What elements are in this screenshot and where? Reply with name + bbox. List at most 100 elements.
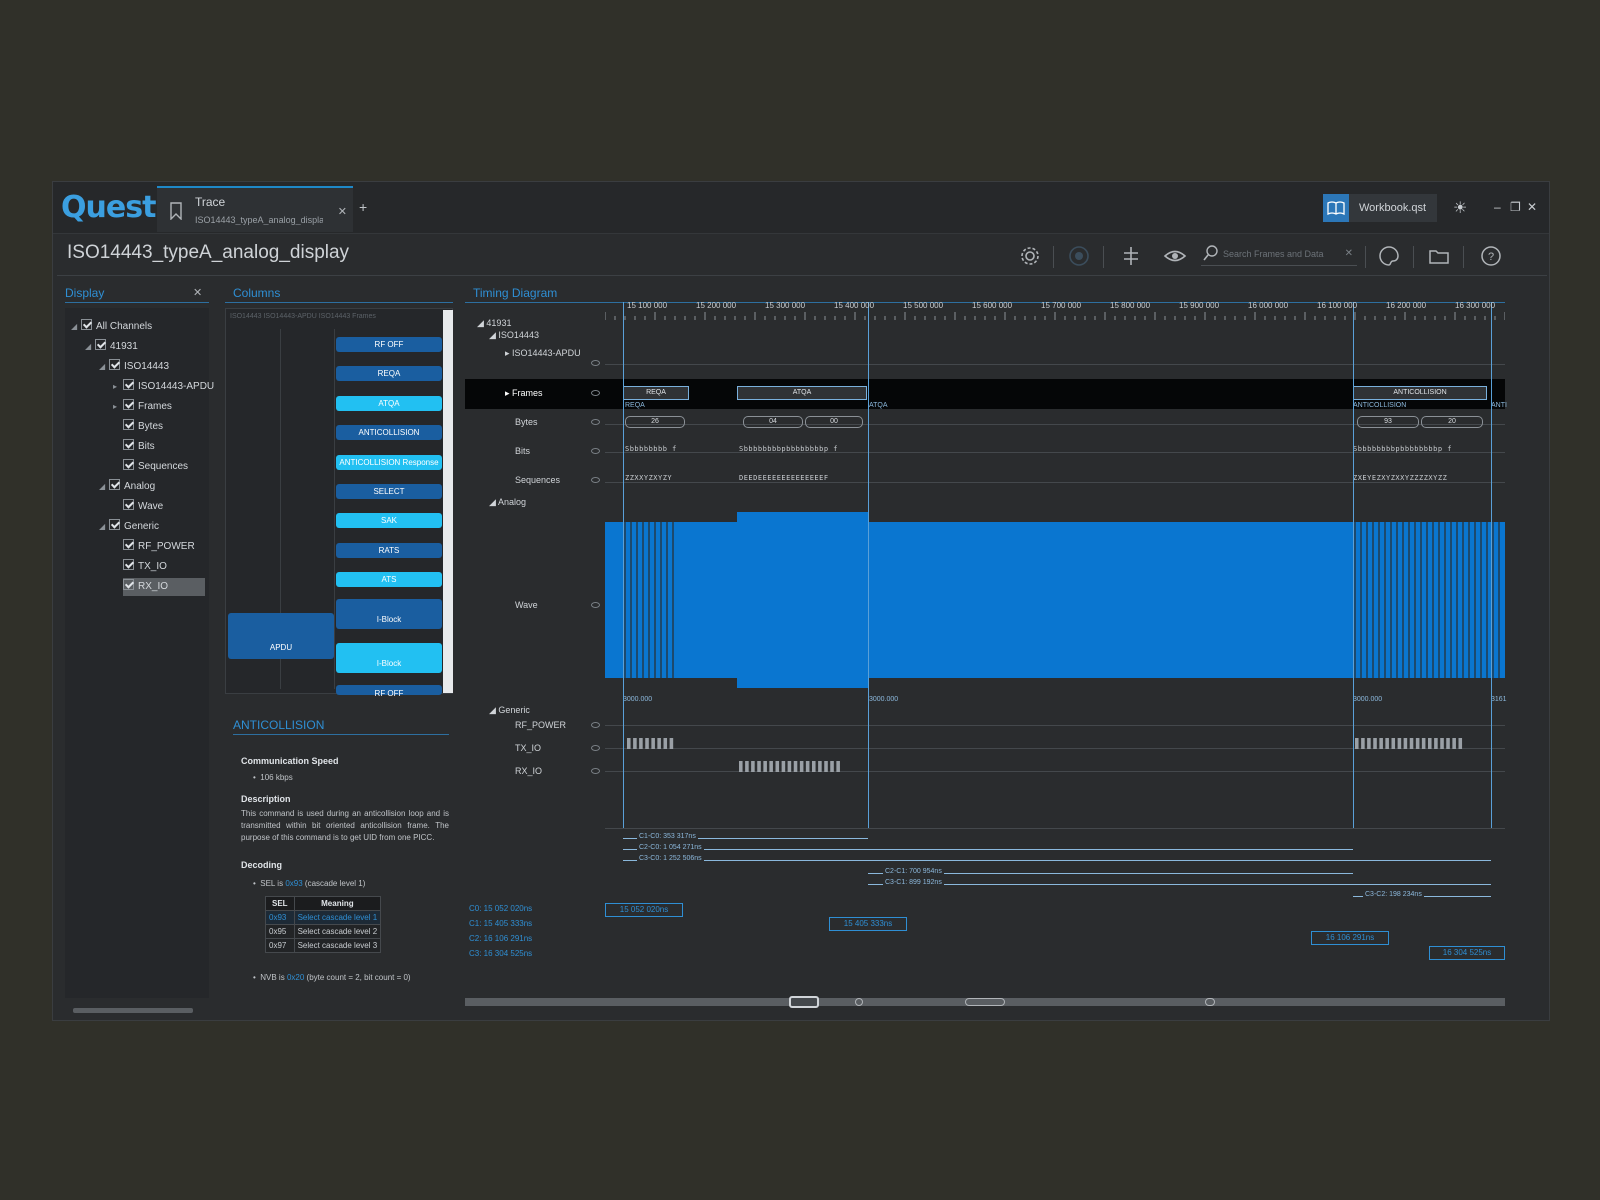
tab-trace[interactable]: Trace ISO14443_typeA_analog_display ✕ bbox=[157, 186, 353, 232]
timeline-viewport-handle[interactable] bbox=[789, 996, 819, 1008]
tree-item-selected[interactable]: RX_IO bbox=[123, 578, 205, 596]
frame-reqa[interactable]: REQA bbox=[623, 386, 689, 400]
command-pill[interactable]: RATS bbox=[336, 543, 442, 558]
close-window-icon[interactable]: ✕ bbox=[1527, 200, 1537, 214]
visibility-eye-icon[interactable] bbox=[591, 448, 600, 454]
sequence-value: ZZXXYZXYZY bbox=[625, 474, 673, 482]
cursor-c2[interactable] bbox=[1353, 302, 1354, 828]
row-sequences: Sequences bbox=[515, 475, 561, 485]
toolbar-separator bbox=[1413, 246, 1414, 268]
theme-toggle-icon[interactable]: ☀ bbox=[1453, 198, 1467, 218]
minimize-icon[interactable]: – bbox=[1494, 200, 1501, 214]
columns-header: ISO14443 ISO14443-APDU ISO14443 Frames bbox=[230, 313, 376, 320]
visibility-eye-icon[interactable] bbox=[591, 419, 600, 425]
command-pill[interactable]: ANTICOLLISION Response bbox=[336, 455, 442, 470]
command-pill[interactable]: I-Block bbox=[336, 599, 442, 629]
restore-icon[interactable]: ❐ bbox=[1510, 200, 1521, 214]
workbook-button[interactable]: Workbook.qst bbox=[1323, 194, 1437, 222]
waveform-modulation bbox=[624, 522, 1500, 678]
search-input[interactable]: Search Frames and Data ✕ bbox=[1201, 244, 1357, 266]
eye-icon[interactable] bbox=[1163, 244, 1187, 268]
row-bits: Bits bbox=[515, 446, 531, 456]
visibility-eye-icon[interactable] bbox=[591, 602, 600, 608]
timeline-marker[interactable] bbox=[855, 998, 863, 1006]
byte-value[interactable]: 26 bbox=[625, 416, 685, 428]
ruler-tick-label: 15 100 000 bbox=[627, 301, 668, 310]
tab-close-icon[interactable]: ✕ bbox=[338, 205, 347, 218]
tab-subtitle: ISO14443_typeA_analog_display bbox=[195, 215, 323, 225]
bits-value: Sbbbbbbbbpbbbbbbbbp f bbox=[1353, 445, 1453, 453]
ruler-tick-label: 15 300 000 bbox=[765, 301, 806, 310]
search-icon bbox=[1203, 245, 1218, 261]
tree-item[interactable]: TX_IO bbox=[113, 558, 167, 576]
display-scrollbar[interactable] bbox=[73, 1008, 193, 1013]
tree-item[interactable]: ▸ Frames bbox=[113, 398, 172, 416]
cursor-c1[interactable] bbox=[868, 302, 869, 828]
byte-value[interactable]: 20 bbox=[1421, 416, 1483, 428]
command-pill[interactable]: ATQA bbox=[336, 396, 442, 411]
display-close-icon[interactable]: ✕ bbox=[193, 286, 1543, 299]
command-pill[interactable]: RF OFF bbox=[336, 337, 442, 352]
cursor-time-box[interactable]: 15 052 020ns bbox=[605, 903, 683, 917]
command-pill[interactable]: SAK bbox=[336, 513, 442, 528]
cursor-marker-icon[interactable] bbox=[1119, 244, 1143, 268]
add-tab-icon[interactable]: + bbox=[359, 199, 367, 215]
tree-item[interactable]: ◢ All Channels bbox=[71, 318, 152, 336]
sequence-value: ZXEYEZXYZXXYZZZZXYZZ bbox=[1353, 474, 1448, 482]
tree-item[interactable]: Bits bbox=[113, 438, 155, 456]
settings-icon[interactable] bbox=[1018, 244, 1042, 268]
timeline-scrollbar[interactable] bbox=[465, 996, 1505, 1008]
cursor-c0[interactable] bbox=[623, 302, 624, 828]
tree-item[interactable]: ▸ ISO14443-APDU bbox=[113, 378, 214, 396]
visibility-eye-icon[interactable] bbox=[591, 745, 600, 751]
ruler-tick-label: 16 100 000 bbox=[1317, 301, 1358, 310]
frame-anticollision[interactable]: ANTICOLLISION bbox=[1353, 386, 1487, 400]
columns-rule bbox=[225, 302, 453, 303]
timeline-marker[interactable] bbox=[965, 998, 1005, 1006]
columns-panel-title: Columns bbox=[233, 286, 281, 300]
command-pill[interactable]: ATS bbox=[336, 572, 442, 587]
command-pill[interactable]: REQA bbox=[336, 366, 442, 381]
frame-atqa[interactable]: ATQA bbox=[737, 386, 867, 400]
tx-pulses: ▌▌▌▌▌▌▌▌▌▌▌▌▌▌▌▌▌▌ bbox=[1355, 738, 1466, 749]
measurement: C2-C0: 1 054 271ns bbox=[637, 844, 704, 851]
tree-item[interactable]: RF_POWER bbox=[113, 538, 195, 556]
visibility-eye-icon[interactable] bbox=[591, 390, 600, 396]
tree-item[interactable]: ◢ 41931 bbox=[85, 338, 138, 356]
measurement-line bbox=[623, 860, 1491, 861]
columns-scrollbar[interactable] bbox=[443, 310, 453, 693]
cursor-time-box[interactable]: 16 304 525ns bbox=[1429, 946, 1505, 960]
tree-item[interactable]: Bytes bbox=[113, 418, 163, 436]
command-pill[interactable]: SELECT bbox=[336, 484, 442, 499]
tree-item[interactable]: ◢ ISO14443 bbox=[99, 358, 169, 376]
search-clear-icon[interactable]: ✕ bbox=[1345, 248, 1353, 259]
byte-value[interactable]: 93 bbox=[1357, 416, 1419, 428]
folder-icon[interactable] bbox=[1427, 244, 1451, 268]
record-icon[interactable] bbox=[1067, 244, 1091, 268]
visibility-eye-icon[interactable] bbox=[591, 477, 600, 483]
cursor-readout: C3: 16 304 525ns bbox=[469, 949, 533, 958]
cursor-c3[interactable] bbox=[1491, 302, 1492, 828]
apdu-block[interactable]: APDU bbox=[228, 613, 334, 659]
command-pill[interactable]: I-Block bbox=[336, 643, 442, 673]
tree-item[interactable]: ◢ Generic bbox=[99, 518, 159, 536]
visibility-eye-icon[interactable] bbox=[591, 768, 600, 774]
command-pill[interactable]: ANTICOLLISION bbox=[336, 425, 442, 440]
visibility-eye-icon[interactable] bbox=[591, 360, 600, 366]
cursor-time-box[interactable]: 16 106 291ns bbox=[1311, 931, 1389, 945]
cursor-time-box[interactable]: 15 405 333ns bbox=[829, 917, 907, 931]
tree-item[interactable]: ◢ Analog bbox=[99, 478, 155, 496]
command-pill[interactable]: RF OFF bbox=[336, 685, 442, 698]
help-icon[interactable]: ? bbox=[1479, 244, 1503, 268]
frames-row-band bbox=[465, 379, 1505, 409]
tree-item[interactable]: Sequences bbox=[113, 458, 188, 476]
byte-value[interactable]: 04 bbox=[743, 416, 803, 428]
tree-item[interactable]: Wave bbox=[113, 498, 163, 516]
palette-icon[interactable] bbox=[1377, 244, 1401, 268]
toolbar-separator bbox=[1365, 246, 1366, 268]
tab-title: Trace bbox=[195, 195, 226, 209]
timeline-marker[interactable] bbox=[1205, 998, 1215, 1006]
visibility-eye-icon[interactable] bbox=[591, 722, 600, 728]
byte-value[interactable]: 00 bbox=[805, 416, 863, 428]
ruler-tick-label: 16 200 000 bbox=[1386, 301, 1427, 310]
